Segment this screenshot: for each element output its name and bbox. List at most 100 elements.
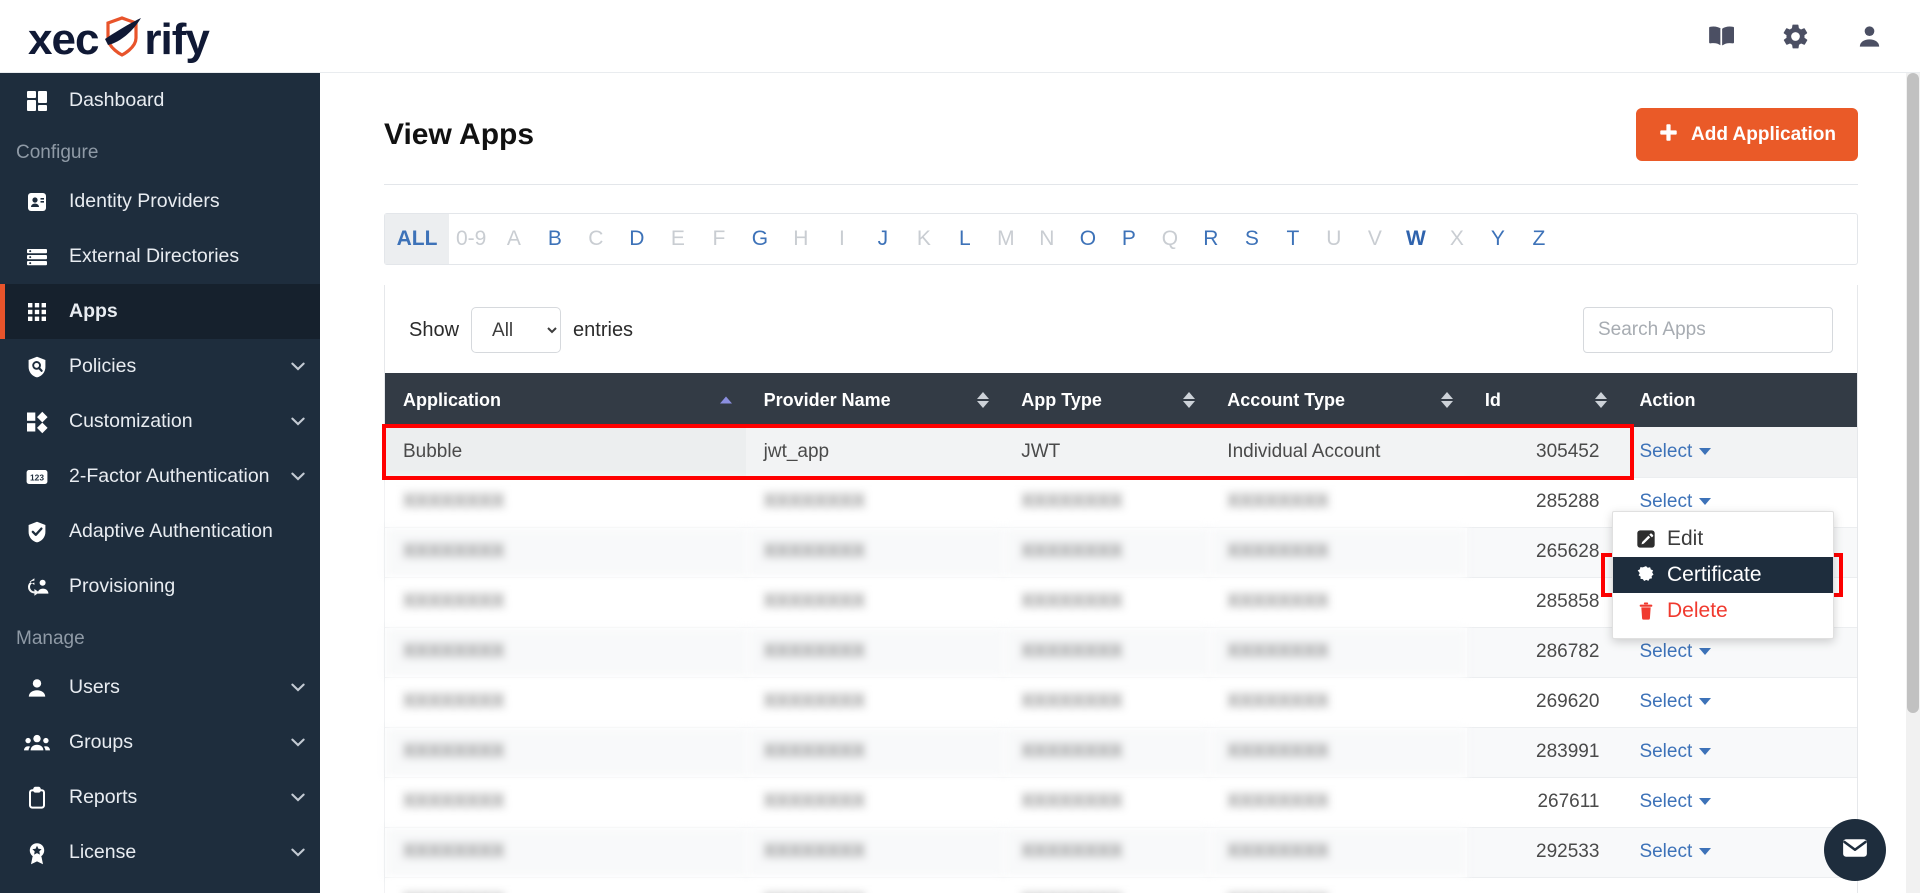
documentation-book-icon[interactable] (1706, 21, 1736, 51)
cell-id: 285858 (1467, 577, 1622, 627)
alpha-filter-j[interactable]: J (862, 214, 903, 264)
top-header-bar: xec rify (0, 0, 1920, 73)
sort-toggle-icon[interactable] (1183, 392, 1195, 408)
table-row[interactable]: XXXXXXXXXXXXXXXXXXXXXXXXXXXXXXXX283991Se… (385, 727, 1857, 777)
sidebar-item-external-directories[interactable]: External Directories (0, 229, 320, 284)
page-header: View Apps Add Application (320, 73, 1920, 161)
sidebar-item-2-factor-authentication[interactable]: 1232-Factor Authentication (0, 449, 320, 504)
row-select-dropdown[interactable]: Select (1639, 841, 1711, 862)
certificate-seal-icon (1635, 565, 1657, 585)
sidebar-item-label: Groups (69, 731, 133, 754)
sidebar-item-reports[interactable]: Reports (0, 770, 320, 825)
sidebar-item-label: Reports (69, 786, 137, 809)
alpha-filter-r[interactable]: R (1190, 214, 1231, 264)
menu-item-certificate[interactable]: Certificate (1613, 557, 1833, 593)
sort-toggle-icon[interactable] (1595, 392, 1607, 408)
shield-check-icon (22, 520, 52, 544)
row-select-dropdown[interactable]: Select (1639, 441, 1711, 462)
action-dropdown-menu[interactable]: EditCertificateDelete (1612, 511, 1834, 639)
table-row[interactable]: XXXXXXXXXXXXXXXXXXXXXXXXXXXXXXXX267611Se… (385, 777, 1857, 827)
brand-text-right: rify (144, 15, 208, 65)
cell-application: XXXXXXXX (385, 827, 746, 877)
sidebar-item-customization[interactable]: Customization (0, 394, 320, 449)
chat-support-button[interactable] (1824, 819, 1886, 881)
column-header-action[interactable]: Action (1621, 373, 1857, 427)
sidebar-item-label: 2-Factor Authentication (69, 465, 270, 488)
cell-account-type: XXXXXXXX (1209, 627, 1467, 677)
chevron-down-icon[interactable] (291, 415, 305, 428)
main-content: View Apps Add Application ALL0-9ABCDEFGH… (320, 73, 1920, 893)
alpha-filter-y[interactable]: Y (1477, 214, 1518, 264)
user-account-icon[interactable] (1855, 22, 1884, 51)
sidebar-item-apps[interactable]: Apps (0, 284, 320, 339)
add-application-button[interactable]: Add Application (1636, 108, 1858, 161)
table-row[interactable]: XXXXXXXXXXXXXXXXXXXXXXXXXXXXXXXX283913Se… (385, 877, 1857, 893)
brand-logo[interactable]: xec rify (28, 8, 209, 65)
sort-ascending-icon[interactable] (720, 397, 732, 404)
sidebar-item-users[interactable]: Users (0, 660, 320, 715)
column-header-label: Application (403, 390, 501, 410)
sidebar-item-provisioning[interactable]: Provisioning (0, 559, 320, 614)
sidebar-item-license[interactable]: License (0, 825, 320, 880)
alpha-filter-u: U (1313, 214, 1354, 264)
column-header-provider-name[interactable]: Provider Name (746, 373, 1004, 427)
chevron-down-icon[interactable] (291, 791, 305, 804)
row-select-dropdown[interactable]: Select (1639, 641, 1711, 662)
alpha-filter-s[interactable]: S (1231, 214, 1272, 264)
chevron-down-icon[interactable] (291, 360, 305, 373)
table-row[interactable]: XXXXXXXXXXXXXXXXXXXXXXXXXXXXXXXX269620Se… (385, 677, 1857, 727)
menu-item-delete[interactable]: Delete (1613, 593, 1833, 629)
column-header-app-type[interactable]: App Type (1003, 373, 1209, 427)
row-select-dropdown[interactable]: Select (1639, 691, 1711, 712)
alpha-filter-g[interactable]: G (739, 214, 780, 264)
table-row[interactable]: Bubblejwt_appJWTIndividual Account305452… (385, 427, 1857, 477)
alpha-filter-w[interactable]: W (1395, 214, 1436, 264)
page-scrollbar-thumb[interactable] (1907, 73, 1919, 713)
alpha-filter-p[interactable]: P (1108, 214, 1149, 264)
list-lines-icon (22, 245, 52, 269)
column-header-label: Action (1639, 390, 1695, 410)
cell-id: 292533 (1467, 827, 1622, 877)
cell-account-type: XXXXXXXX (1209, 777, 1467, 827)
sidebar-item-dashboard[interactable]: Dashboard (0, 73, 320, 128)
alpha-filter-o[interactable]: O (1067, 214, 1108, 264)
cell-provider: XXXXXXXX (746, 527, 1004, 577)
sidebar-scroll-area[interactable]: DashboardConfigureIdentity ProvidersExte… (0, 73, 320, 893)
alpha-filter-h: H (780, 214, 821, 264)
chevron-down-icon[interactable] (291, 846, 305, 859)
alphabet-filter-bar[interactable]: ALL0-9ABCDEFGHIJKLMNOPQRSTUVWXYZ (384, 213, 1858, 265)
sidebar-item-identity-providers[interactable]: Identity Providers (0, 174, 320, 229)
column-header-label: Account Type (1227, 390, 1345, 410)
menu-item-edit[interactable]: Edit (1613, 521, 1833, 557)
row-select-dropdown[interactable]: Select (1639, 791, 1711, 812)
alpha-filter-z[interactable]: Z (1518, 214, 1559, 264)
chevron-down-icon (1699, 798, 1711, 805)
alpha-filter-b[interactable]: B (534, 214, 575, 264)
column-header-id[interactable]: Id (1467, 373, 1622, 427)
alpha-filter-l[interactable]: L (944, 214, 985, 264)
alpha-filter-q: Q (1149, 214, 1190, 264)
settings-gear-icon[interactable] (1781, 22, 1810, 51)
chevron-down-icon[interactable] (291, 470, 305, 483)
show-label: Show (409, 319, 459, 342)
sidebar-item-adaptive-authentication[interactable]: Adaptive Authentication (0, 504, 320, 559)
entries-length-select[interactable]: All102550100 (471, 307, 561, 353)
column-header-application[interactable]: Application (385, 373, 746, 427)
sidebar-item-policies[interactable]: Policies (0, 339, 320, 394)
chevron-down-icon[interactable] (291, 681, 305, 694)
sort-toggle-icon[interactable] (1441, 392, 1453, 408)
alpha-filter-t[interactable]: T (1272, 214, 1313, 264)
sort-toggle-icon[interactable] (977, 392, 989, 408)
chevron-down-icon[interactable] (291, 736, 305, 749)
search-input[interactable] (1583, 307, 1833, 353)
sidebar-item-groups[interactable]: Groups (0, 715, 320, 770)
page-scrollbar[interactable] (1906, 73, 1920, 893)
table-row[interactable]: XXXXXXXXXXXXXXXXXXXXXXXXXXXXXXXX292533Se… (385, 827, 1857, 877)
alpha-filter-all[interactable]: ALL (385, 214, 449, 264)
alpha-filter-d[interactable]: D (616, 214, 657, 264)
row-select-dropdown[interactable]: Select (1639, 491, 1711, 512)
column-header-account-type[interactable]: Account Type (1209, 373, 1467, 427)
row-select-dropdown[interactable]: Select (1639, 741, 1711, 762)
chevron-down-icon (1699, 498, 1711, 505)
sidebar-section-manage: Manage (0, 614, 320, 660)
